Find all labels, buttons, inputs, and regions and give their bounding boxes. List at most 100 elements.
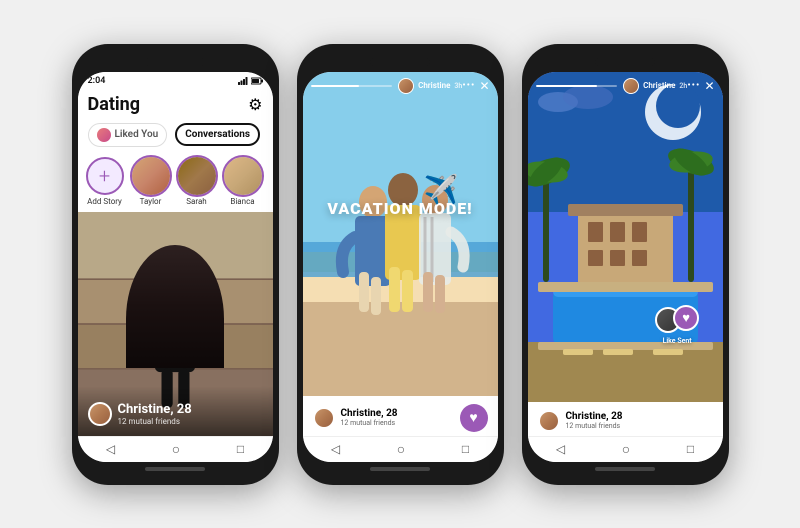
app-header: Dating ⚙ — [78, 88, 273, 119]
liked-avatar — [97, 128, 111, 142]
home-nav-icon-3[interactable]: ○ — [622, 441, 630, 458]
profile-name-row: Christine, 28 12 mutual friends — [88, 402, 263, 426]
story-progress-fill-2 — [311, 85, 360, 87]
bianca-avatar-wrapper — [224, 157, 262, 195]
story-header-right-2: ••• ✕ — [462, 79, 489, 93]
story-add[interactable]: + Add Story — [86, 157, 124, 206]
profile-info: Christine, 28 12 mutual friends — [118, 402, 192, 426]
story-header-2: Christine 3h ••• ✕ — [303, 72, 498, 98]
recents-nav-icon[interactable]: □ — [237, 442, 244, 456]
story-screen-3: Christine 2h ••• ✕ ♥ Like Sent — [528, 72, 723, 436]
like-sent-container: ♥ Like Sent — [655, 305, 699, 345]
story-close-3[interactable]: ✕ — [704, 79, 714, 93]
taylor-label: Taylor — [140, 197, 162, 206]
tab-liked-label: Liked You — [115, 129, 159, 140]
profile-overlay: Christine, 28 12 mutual friends — [78, 386, 273, 436]
story-time-2: 3h — [454, 82, 462, 90]
story-close-2[interactable]: ✕ — [479, 79, 489, 93]
story-bottom-avatar-2 — [313, 407, 335, 429]
story-dots-3[interactable]: ••• — [687, 80, 700, 91]
add-story-button[interactable]: + — [86, 157, 124, 195]
phone-1-notch — [145, 58, 205, 66]
story-bottom-avatar-3 — [538, 410, 560, 432]
home-nav-icon-2[interactable]: ○ — [397, 441, 405, 458]
story-profile-name-3: Christine, 28 — [566, 411, 623, 422]
like-sent-heart-icon: ♥ — [673, 305, 699, 331]
tab-conversations[interactable]: Conversations — [175, 123, 260, 146]
tab-liked-you[interactable]: Liked You — [88, 123, 168, 147]
taylor-avatar-wrapper — [132, 157, 170, 195]
bianca-label: Bianca — [230, 197, 254, 206]
story-username-3: Christine — [643, 81, 675, 90]
story-user-info-2: Christine 3h — [398, 78, 462, 94]
story-progress-fill-3 — [536, 85, 597, 87]
back-nav-icon-3[interactable]: ◁ — [556, 442, 565, 456]
story-ring-sarah — [176, 155, 218, 197]
phone-2-screen: Christine 3h ••• ✕ VACATION MODE! ✈️ — [303, 72, 498, 462]
phone-3-notch — [595, 58, 655, 66]
recents-nav-icon-3[interactable]: □ — [687, 442, 694, 456]
profile-mutual: 12 mutual friends — [118, 417, 192, 426]
phone-1-status-bar: 2:04 — [78, 72, 273, 88]
signal-icon — [238, 77, 248, 85]
resort-photo — [528, 72, 723, 412]
story-progress-3 — [536, 85, 618, 87]
story-user-info-3: Christine 2h — [623, 78, 687, 94]
story-bottom-info-2: Christine, 28 12 mutual friends — [341, 408, 398, 427]
story-taylor[interactable]: Taylor — [132, 157, 170, 206]
home-nav-icon[interactable]: ○ — [172, 441, 180, 458]
phone-1-screen: 2:04 Dating — [78, 72, 273, 462]
like-sent-avatars: ♥ — [655, 305, 699, 335]
phone-1: 2:04 Dating — [72, 44, 279, 485]
scene: 2:04 Dating — [0, 0, 800, 528]
story-avatar-3 — [623, 78, 639, 94]
story-ring-bianca — [222, 155, 264, 197]
story-bottom-info-3: Christine, 28 12 mutual friends — [566, 411, 623, 430]
nav-bar-1: ◁ ○ □ — [78, 436, 273, 462]
phone-2: Christine 3h ••• ✕ VACATION MODE! ✈️ — [297, 44, 504, 485]
nav-bar-3: ◁ ○ □ — [528, 436, 723, 462]
story-bianca[interactable]: Bianca — [224, 157, 262, 206]
story-header-3: Christine 2h ••• ✕ — [528, 72, 723, 98]
gear-icon[interactable]: ⚙ — [248, 95, 262, 114]
status-time: 2:04 — [88, 76, 106, 86]
story-bottom-profile-2: Christine, 28 12 mutual friends ♥ — [313, 404, 488, 432]
story-profile-mutual-2: 12 mutual friends — [341, 419, 398, 427]
plus-icon: + — [99, 166, 110, 186]
story-header-right-3: ••• ✕ — [687, 79, 714, 93]
phone-3-screen: Christine 2h ••• ✕ ♥ Like Sent — [528, 72, 723, 462]
story-progress-2 — [311, 85, 393, 87]
phone-2-home-bar — [370, 467, 430, 471]
phone-3: Christine 2h ••• ✕ ♥ Like Sent — [522, 44, 729, 485]
tabs-row: Liked You Conversations — [78, 119, 273, 151]
phone-2-notch — [370, 58, 430, 66]
phone-3-home-bar — [595, 467, 655, 471]
profile-small-avatar — [88, 402, 112, 426]
tab-conversations-label: Conversations — [185, 129, 250, 140]
story-bottom-2: Christine, 28 12 mutual friends ♥ — [303, 396, 498, 436]
phone-1-home-bar — [145, 467, 205, 471]
stories-row: + Add Story Taylor Sarah — [78, 151, 273, 212]
story-username-2: Christine — [418, 81, 450, 90]
recents-nav-icon-2[interactable]: □ — [462, 442, 469, 456]
back-nav-icon-2[interactable]: ◁ — [331, 442, 340, 456]
sarah-avatar-wrapper — [178, 157, 216, 195]
back-nav-icon[interactable]: ◁ — [106, 442, 115, 456]
story-dots-2[interactable]: ••• — [462, 80, 475, 91]
nav-bar-2: ◁ ○ □ — [303, 436, 498, 462]
story-ring — [130, 155, 172, 197]
battery-icon — [251, 77, 263, 85]
like-sent-label: Like Sent — [663, 337, 692, 345]
story-emoji-2: ✈️ — [424, 173, 459, 206]
profile-card[interactable]: Christine, 28 12 mutual friends — [78, 212, 273, 436]
profile-name: Christine, 28 — [118, 402, 192, 417]
story-bottom-3: Christine, 28 12 mutual friends — [528, 402, 723, 436]
story-bottom-profile-3: Christine, 28 12 mutual friends — [538, 410, 713, 432]
story-like-button-2[interactable]: ♥ — [460, 404, 488, 432]
app-title: Dating — [88, 94, 141, 115]
beach-photo — [303, 72, 498, 412]
story-screen-2: Christine 3h ••• ✕ VACATION MODE! ✈️ — [303, 72, 498, 436]
add-story-label: Add Story — [87, 197, 122, 206]
story-sarah[interactable]: Sarah — [178, 157, 216, 206]
status-icons — [238, 77, 263, 85]
